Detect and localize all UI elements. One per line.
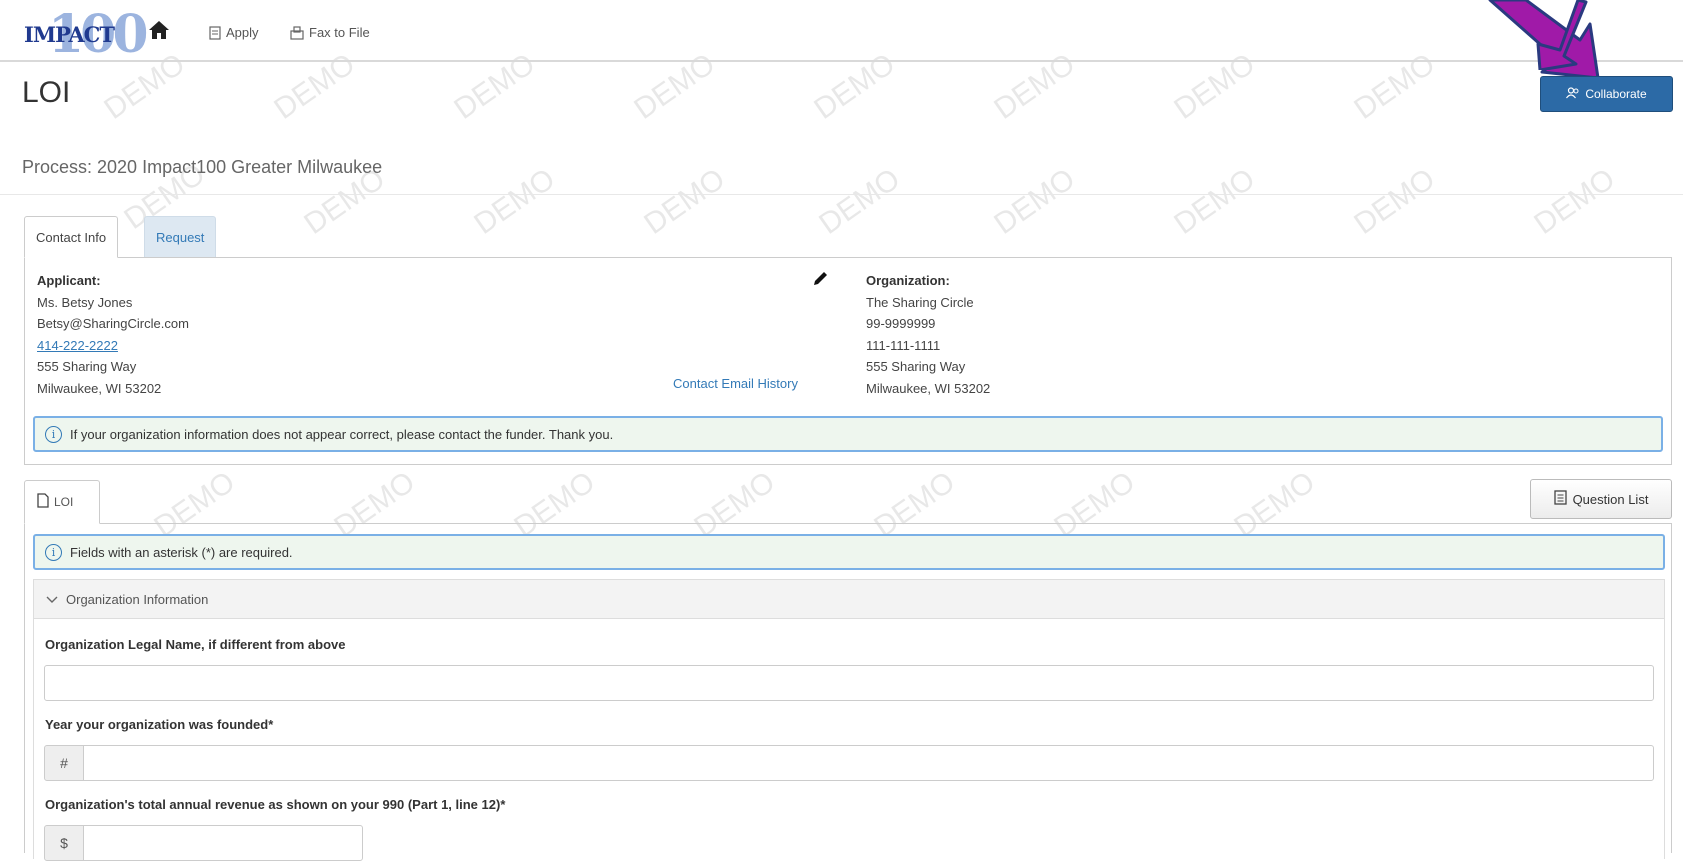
org-alert-text: If your organization information does no… <box>70 426 614 442</box>
users-icon <box>1566 86 1580 102</box>
question-legal-name-label: Organization Legal Name, if different fr… <box>45 637 346 652</box>
demo-watermark: DEMO <box>1168 162 1262 241</box>
organization-city: Milwaukee, WI 53202 <box>866 380 991 396</box>
demo-watermark: DEMO <box>1528 162 1622 241</box>
demo-watermark: DEMO <box>988 162 1082 241</box>
org-info-alert: i If your organization information does … <box>33 416 1663 452</box>
organization-name: The Sharing Circle <box>866 294 974 310</box>
fax-icon <box>290 25 304 40</box>
fax-to-file-link[interactable]: Fax to File <box>290 25 370 40</box>
question-list-label: Question List <box>1572 491 1649 507</box>
file-icon <box>37 493 49 511</box>
demo-watermark: DEMO <box>813 162 907 241</box>
collaborate-button[interactable]: Collaborate <box>1540 76 1673 112</box>
chevron-down-icon <box>46 592 58 607</box>
applicant-email: Betsy@SharingCircle.com <box>37 316 189 331</box>
loi-panel: i Fields with an asterisk (*) are requir… <box>24 523 1672 861</box>
applicant-street: 555 Sharing Way <box>37 359 137 374</box>
section-header-organization-information[interactable]: Organization Information <box>33 579 1665 619</box>
legal-name-input[interactable] <box>44 665 1654 701</box>
required-fields-alert: i Fields with an asterisk (*) are requir… <box>33 534 1665 570</box>
page-title: LOI <box>22 76 71 109</box>
organization-phone: 111-111-1111 <box>866 337 941 353</box>
organization-heading: Organization: <box>866 273 950 288</box>
required-alert-text: Fields with an asterisk (*) are required… <box>70 544 293 560</box>
section-body: Organization Legal Name, if different fr… <box>33 619 1665 861</box>
section-title: Organization Information <box>66 591 209 607</box>
document-icon <box>209 25 221 40</box>
impact100-logo[interactable]: 100 IMPACT <box>24 4 149 65</box>
top-navbar: 100 IMPACT Apply Fax to File <box>0 0 1683 65</box>
question-year-founded-label: Year your organization was founded* <box>45 717 274 732</box>
applicant-phone-link[interactable]: 414-222-2222 <box>37 338 118 353</box>
contact-info-panel: Applicant: Ms. Betsy Jones Betsy@Sharing… <box>24 257 1672 465</box>
apply-link[interactable]: Apply <box>209 25 259 40</box>
currency-addon: $ <box>44 825 84 861</box>
tab-contact-info[interactable]: Contact Info <box>24 216 119 258</box>
annotation-arrow-head <box>1536 0 1588 70</box>
contact-email-history-link[interactable]: Contact Email History <box>673 376 798 391</box>
applicant-name: Ms. Betsy Jones <box>37 294 133 310</box>
logo-text: IMPACT <box>24 22 115 47</box>
home-icon[interactable] <box>148 20 169 40</box>
number-addon: # <box>44 745 84 781</box>
apply-label: Apply <box>226 25 259 40</box>
question-annual-revenue-label: Organization's total annual revenue as s… <box>45 797 506 812</box>
demo-watermark: DEMO <box>468 162 562 241</box>
applicant-details: Applicant: Ms. Betsy Jones Betsy@Sharing… <box>37 270 189 399</box>
info-icon: i <box>45 543 62 561</box>
collaborate-label: Collaborate <box>1585 87 1647 101</box>
process-label: Process: 2020 Impact100 Greater Milwauke… <box>22 157 383 177</box>
demo-watermark: DEMO <box>1348 162 1442 241</box>
list-document-icon <box>1553 490 1567 508</box>
annual-revenue-input[interactable] <box>83 825 363 861</box>
question-list-button[interactable]: Question List <box>1530 479 1672 519</box>
applicant-city: Milwaukee, WI 53202 <box>37 380 162 396</box>
fax-label: Fax to File <box>309 25 370 40</box>
divider <box>0 194 1683 195</box>
demo-watermark: DEMO <box>638 162 732 241</box>
organization-street: 555 Sharing Way <box>866 359 966 374</box>
edit-pencil-icon[interactable] <box>811 270 829 288</box>
organization-details: Organization: The Sharing Circle 99-9999… <box>866 270 990 399</box>
year-founded-input[interactable] <box>83 745 1654 781</box>
tab-request[interactable]: Request <box>144 216 217 258</box>
organization-ein: 99-9999999 <box>866 316 936 331</box>
tab-loi-label: LOI <box>54 495 74 509</box>
tab-loi[interactable]: LOI <box>24 480 100 524</box>
applicant-heading: Applicant: <box>37 273 101 288</box>
info-icon: i <box>45 425 62 443</box>
